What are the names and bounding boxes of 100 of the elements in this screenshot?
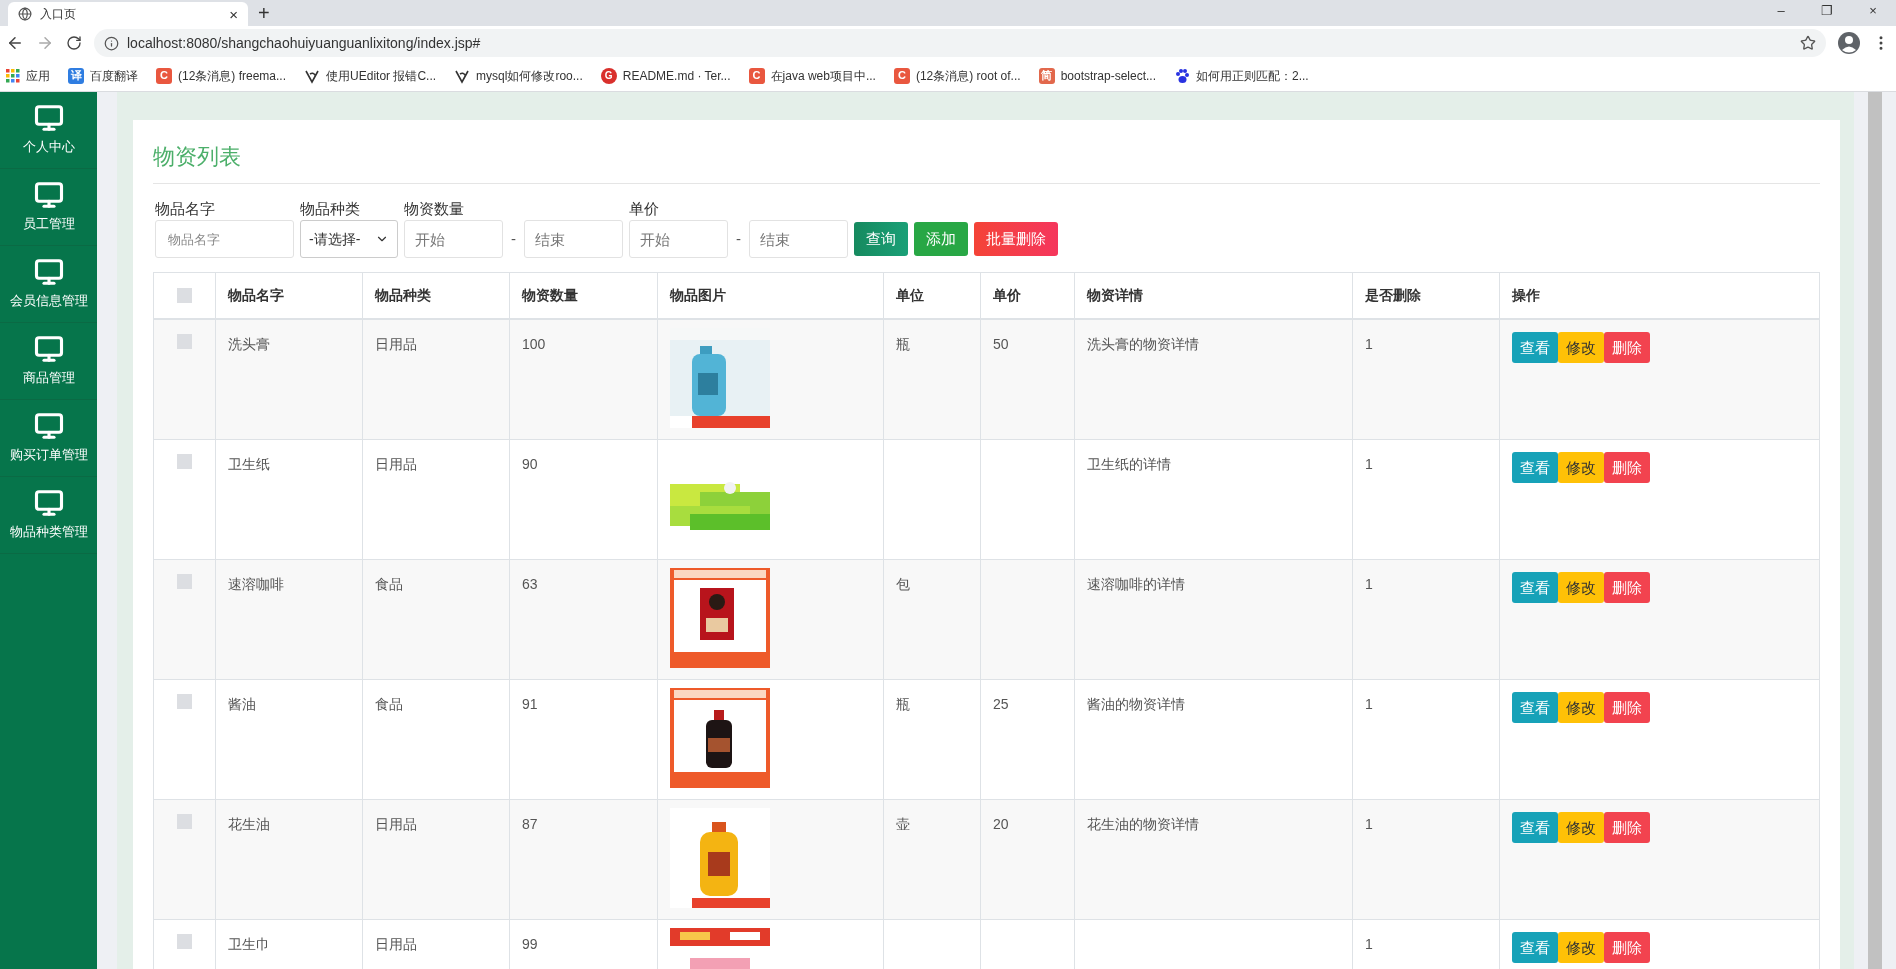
filter-label: 物品种类	[300, 199, 361, 219]
reload-icon[interactable]	[66, 35, 82, 51]
query-button[interactable]: 查询	[854, 222, 908, 256]
monitor-icon	[33, 103, 64, 134]
range-separator: -	[736, 228, 741, 249]
edit-button[interactable]: 修改	[1558, 692, 1604, 723]
table-cell: 20	[993, 816, 1009, 832]
site-favicon-icon: G	[600, 67, 617, 84]
table-cell: 1	[1365, 696, 1373, 712]
table-cell: 酱油的物资详情	[1087, 696, 1185, 712]
sidebar-label: 员工管理	[22, 215, 75, 234]
sidebar-label: 个人中心	[22, 138, 75, 157]
back-icon[interactable]	[6, 34, 24, 52]
close-tab-button[interactable]: ×	[229, 6, 238, 22]
delete-button[interactable]: 删除	[1604, 332, 1650, 363]
name-input-field[interactable]: 物品名字	[155, 220, 294, 258]
edit-button[interactable]: 修改	[1558, 332, 1604, 363]
range-end-field[interactable]: 结束	[524, 220, 623, 258]
column-header: 物品种类	[375, 286, 431, 305]
table-cell: 瓶	[896, 696, 910, 712]
globe-icon	[18, 7, 32, 21]
window-control-button[interactable]: ×	[1850, 0, 1896, 22]
table-cell: 卫生纸	[228, 456, 270, 472]
bookmark-item[interactable]: mysql如何修改roo...	[454, 66, 583, 85]
table-cell: 日用品	[375, 816, 417, 832]
row-checkbox[interactable]	[177, 574, 192, 589]
bookmark-label: bootstrap-select...	[1060, 67, 1156, 85]
site-favicon-icon: 简	[1038, 67, 1055, 84]
column-header: 物品名字	[228, 286, 284, 305]
filter-label: 单价	[629, 199, 660, 219]
bookmark-item[interactable]: 使用UEditor 报错C...	[304, 66, 437, 85]
edit-button[interactable]: 修改	[1558, 932, 1604, 963]
bookmark-item[interactable]: G README.md · Ter...	[600, 66, 731, 85]
bookmark-item[interactable]: 译 百度翻译	[68, 66, 138, 85]
range-start-field[interactable]: 开始	[404, 220, 503, 258]
column-header: 是否删除	[1365, 286, 1421, 305]
row-checkbox[interactable]	[177, 334, 192, 349]
site-favicon-icon: 译	[68, 67, 84, 84]
monitor-icon	[33, 334, 64, 365]
table-cell: 1	[1365, 336, 1373, 352]
table-cell: 花生油的物资详情	[1087, 816, 1199, 832]
apps-grid-icon	[6, 68, 20, 83]
column-header: 操作	[1512, 286, 1540, 305]
url-text: localhost:8080/shangchaohuiyuanguanlixitong/index.jsp#	[127, 33, 482, 53]
bookmark-item[interactable]: C 在java web项目中...	[748, 66, 876, 85]
site-favicon-icon: C	[748, 67, 765, 84]
column-header: 物品图片	[670, 286, 726, 305]
bookmark-item[interactable]: 如何用正则匹配：2...	[1174, 66, 1309, 85]
row-checkbox[interactable]	[177, 814, 192, 829]
address-bar[interactable]: localhost:8080/shangchaohuiyuanguanlixitong/index.jsp#	[94, 29, 1826, 57]
bookmark-item[interactable]: C (12条消息) root of...	[893, 66, 1021, 85]
table-cell: 卫生巾	[228, 936, 270, 952]
window-control-button[interactable]: ❐	[1804, 0, 1850, 22]
category-select[interactable]: -请选择-	[300, 220, 398, 258]
window-control-button[interactable]: –	[1758, 0, 1804, 22]
new-tab-button[interactable]: +	[258, 3, 270, 23]
table-cell: 1	[1365, 576, 1373, 592]
paw-icon	[1174, 67, 1190, 84]
table-cell: 日用品	[375, 456, 417, 472]
monitor-icon	[33, 257, 64, 288]
column-header: 物资详情	[1087, 286, 1143, 305]
sidebar-label: 物品种类管理	[9, 523, 88, 542]
bookmark-label: (12条消息) freema...	[178, 67, 287, 85]
table-cell: 1	[1365, 816, 1373, 832]
profile-avatar-icon[interactable]	[1838, 32, 1860, 54]
bookmark-label: mysql如何修改roo...	[476, 67, 583, 85]
table-cell: 63	[522, 576, 538, 592]
delete-button[interactable]: 删除	[1604, 692, 1650, 723]
row-checkbox[interactable]	[177, 694, 192, 709]
monitor-icon	[33, 411, 64, 442]
select-all-checkbox[interactable]	[177, 288, 192, 303]
row-checkbox[interactable]	[177, 934, 192, 949]
row-checkbox[interactable]	[177, 454, 192, 469]
table-cell: 花生油	[228, 816, 270, 832]
delete-button[interactable]: 删除	[1604, 452, 1650, 483]
scrollbar[interactable]	[1868, 92, 1882, 969]
range-end-field[interactable]: 结束	[749, 220, 848, 258]
table-cell: 食品	[375, 576, 403, 592]
range-start-field[interactable]: 开始	[629, 220, 728, 258]
bookmark-item[interactable]: 应用	[6, 66, 50, 85]
delete-button[interactable]: 删除	[1604, 812, 1650, 843]
table-cell: 87	[522, 816, 538, 832]
browser-tab[interactable]: 入口页 ×	[8, 2, 248, 26]
forward-icon[interactable]	[36, 34, 54, 52]
table-cell: 包	[896, 576, 910, 592]
edit-button[interactable]: 修改	[1558, 452, 1604, 483]
edit-button[interactable]: 修改	[1558, 572, 1604, 603]
bookmark-item[interactable]: 简 bootstrap-select...	[1038, 66, 1156, 85]
delete-button[interactable]: 删除	[1604, 572, 1650, 603]
edit-button[interactable]: 修改	[1558, 812, 1604, 843]
bookmark-star-icon[interactable]	[1800, 35, 1816, 51]
sidebar-label: 会员信息管理	[9, 292, 88, 311]
delete-button[interactable]: 删除	[1604, 932, 1650, 963]
table-cell: 食品	[375, 696, 403, 712]
page-title: 物资列表	[153, 140, 1820, 184]
bookmark-item[interactable]: C (12条消息) freema...	[156, 66, 287, 85]
table-cell: 25	[993, 696, 1009, 712]
table-cell: 卫生纸的详情	[1087, 456, 1171, 472]
delete-button[interactable]: 批量删除	[974, 222, 1058, 256]
range-separator: -	[511, 228, 516, 249]
